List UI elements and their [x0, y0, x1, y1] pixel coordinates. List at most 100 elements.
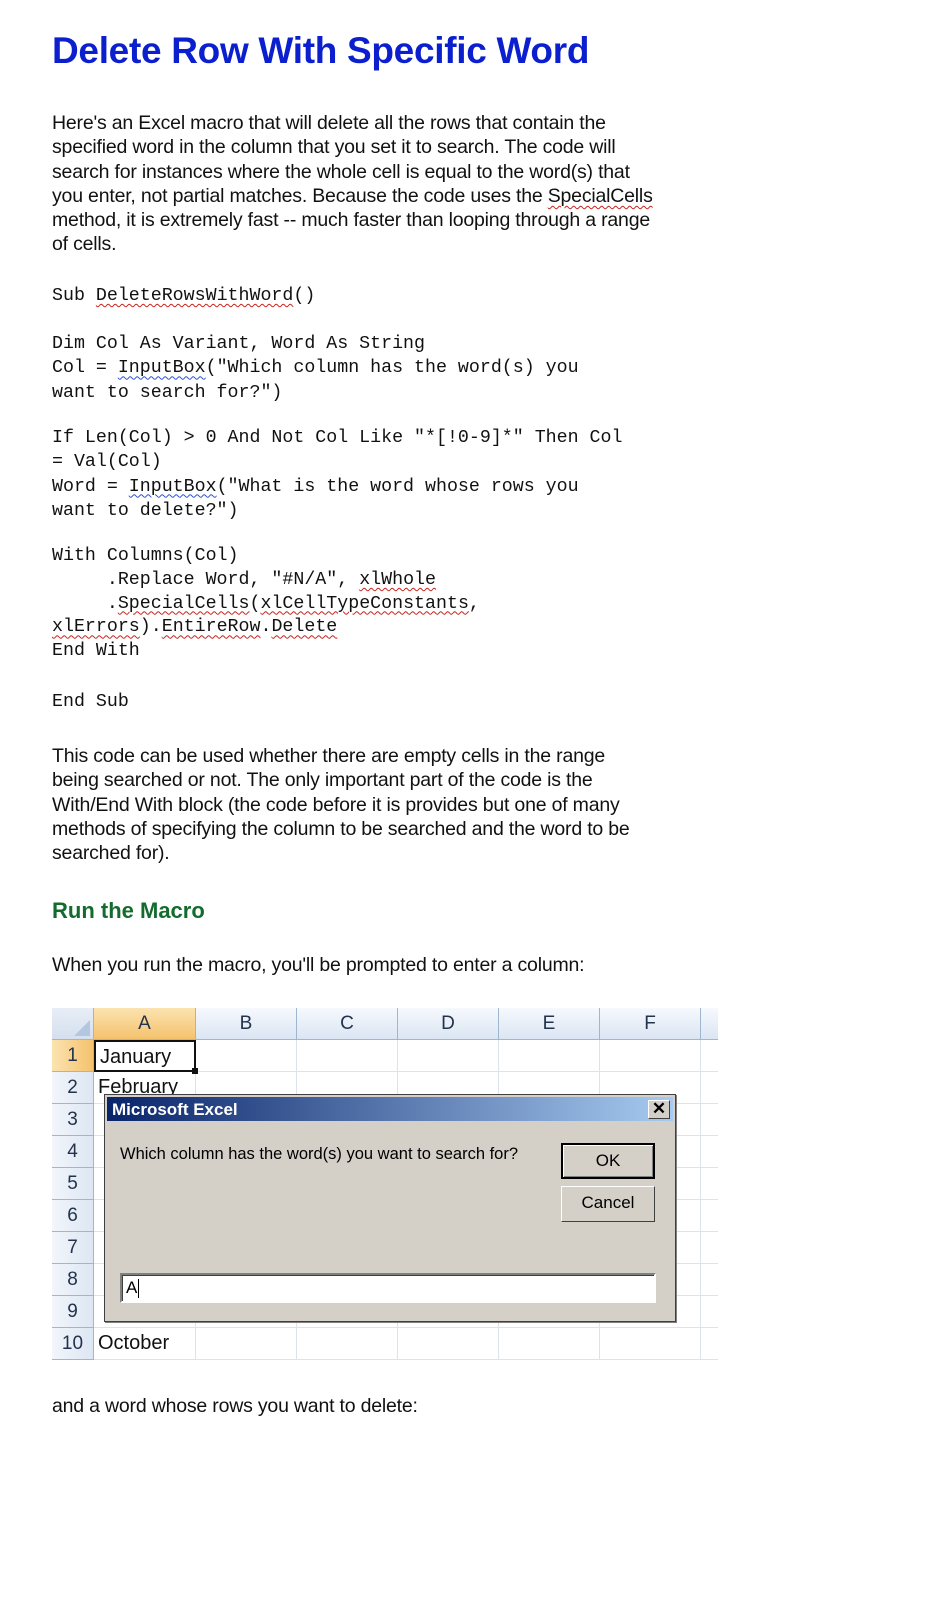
code-token: EntireRow: [161, 617, 261, 638]
code-token: Delete: [271, 617, 338, 638]
dialog-message: Which column has the word(s) you want to…: [120, 1145, 519, 1163]
prompt-word-text: and a word whose rows you want to delete…: [52, 1395, 418, 1417]
column-input[interactable]: A: [120, 1273, 656, 1303]
code-end-sub: End Sub: [52, 692, 129, 712]
intro-specialcells: SpecialCells: [547, 184, 653, 207]
select-all-corner[interactable]: [52, 1008, 94, 1040]
column-header-e[interactable]: E: [499, 1008, 600, 1040]
cell[interactable]: [196, 1040, 297, 1072]
cell[interactable]: [701, 1168, 718, 1200]
cell[interactable]: [600, 1040, 701, 1072]
cell[interactable]: [499, 1328, 600, 1360]
code-block-with: With Columns(Col) .Replace Word, "#N/A",…: [52, 545, 480, 664]
cell[interactable]: [701, 1232, 718, 1264]
code-token: (: [249, 593, 261, 614]
row-header[interactable]: 10: [52, 1328, 94, 1360]
note-line: being searched or not. The only importan…: [52, 769, 593, 792]
cell-a[interactable]: January: [94, 1040, 196, 1072]
code-token: (): [293, 286, 316, 306]
cell[interactable]: [701, 1264, 718, 1296]
note-line: methods of specifying the column to be s…: [52, 817, 630, 840]
input-dialog: Microsoft Excel ✕ Which column has the w…: [104, 1094, 676, 1322]
cell[interactable]: [701, 1104, 718, 1136]
intro-line: of cells.: [52, 233, 117, 256]
cell[interactable]: [398, 1040, 499, 1072]
excel-screenshot: A B C D E F 1 January 2 February 3 4 5 6 7 8 9 10 Oc…: [52, 1008, 718, 1364]
cell[interactable]: [701, 1328, 718, 1360]
ok-button[interactable]: OK: [561, 1143, 655, 1179]
code-token: If Len(Col) > 0 And Not Col Like "*[!0-9…: [52, 428, 623, 448]
column-input-value: A: [126, 1278, 138, 1297]
section-heading: Run the Macro: [52, 898, 205, 923]
row-header[interactable]: 3: [52, 1104, 94, 1136]
code-token: Sub: [52, 286, 96, 306]
dialog-titlebar[interactable]: Microsoft Excel ✕: [107, 1097, 673, 1121]
cell[interactable]: [701, 1072, 718, 1104]
note-line: searched for).: [52, 842, 170, 865]
code-token: Col =: [52, 358, 118, 379]
cell[interactable]: [297, 1328, 398, 1360]
code-token: ("What is the word whose rows you: [216, 476, 579, 497]
code-token: Word =: [52, 476, 129, 497]
code-token: ("Which column has the word(s) you: [205, 358, 579, 379]
code-token: InputBox: [117, 358, 206, 379]
code-token: InputBox: [128, 476, 217, 497]
code-token: DeleteRowsWithWord: [95, 286, 294, 306]
page-title: Delete Row With Specific Word: [52, 30, 590, 71]
dialog-title: Microsoft Excel: [112, 1100, 238, 1119]
cell[interactable]: [398, 1328, 499, 1360]
code-token: xlWhole: [359, 569, 436, 590]
column-header-partial[interactable]: [701, 1008, 718, 1040]
code-token: .: [260, 617, 272, 638]
code-token: = Val(Col): [52, 452, 162, 473]
code-token: End With: [52, 641, 140, 662]
cell[interactable]: [196, 1328, 297, 1360]
row-header[interactable]: 9: [52, 1296, 94, 1328]
code-token: want to search for?"): [52, 382, 283, 403]
code-token: .Replace Word, "#N/A",: [52, 569, 360, 590]
cell[interactable]: [600, 1328, 701, 1360]
note-line: With/End With block (the code before it …: [52, 793, 620, 816]
code-token: With Columns(Col): [52, 546, 239, 566]
article: Delete Row With Specific Word Here's an …: [0, 0, 931, 1600]
cell[interactable]: [297, 1040, 398, 1072]
column-header-a[interactable]: A: [94, 1008, 196, 1040]
intro-line: method, it is extremely fast -- much fas…: [52, 209, 650, 232]
cell[interactable]: [499, 1040, 600, 1072]
code-token: xlCellTypeConstants: [260, 593, 469, 614]
text-caret: [138, 1279, 140, 1299]
intro-line: search for instances where the whole cel…: [52, 160, 630, 183]
fill-handle[interactable]: [192, 1068, 198, 1074]
code-token: xlErrors: [52, 617, 140, 638]
column-header-f[interactable]: F: [600, 1008, 701, 1040]
column-header-c[interactable]: C: [297, 1008, 398, 1040]
cell-a[interactable]: October: [94, 1328, 196, 1360]
intro-paragraph: Here's an Excel macro that will delete a…: [52, 111, 732, 257]
code-sub-line: Sub DeleteRowsWithWord(): [52, 284, 315, 308]
cancel-button[interactable]: Cancel: [561, 1186, 655, 1222]
intro-line: specified word in the column that you se…: [52, 136, 616, 159]
row-header[interactable]: 2: [52, 1072, 94, 1104]
code-token: SpecialCells: [117, 593, 250, 614]
row-header[interactable]: 4: [52, 1136, 94, 1168]
row-header[interactable]: 6: [52, 1200, 94, 1232]
cell[interactable]: [701, 1200, 718, 1232]
code-block-inputbox-col: Dim Col As Variant, Word As String Col =…: [52, 332, 579, 405]
code-block-inputbox-word: If Len(Col) > 0 And Not Col Like "*[!0-9…: [52, 426, 622, 523]
intro-line: you enter, not partial matches. Because …: [52, 184, 548, 207]
row-header[interactable]: 7: [52, 1232, 94, 1264]
prompt-column-text: When you run the macro, you'll be prompt…: [52, 954, 585, 976]
column-header-b[interactable]: B: [196, 1008, 297, 1040]
code-token: .: [52, 593, 118, 614]
row-header[interactable]: 8: [52, 1264, 94, 1296]
close-icon[interactable]: ✕: [648, 1100, 670, 1119]
cell[interactable]: [701, 1296, 718, 1328]
code-token: ,: [468, 593, 480, 614]
cell[interactable]: [701, 1040, 718, 1072]
row-header[interactable]: 1: [52, 1040, 94, 1072]
cell[interactable]: [701, 1136, 718, 1168]
code-token: want to delete?"): [52, 500, 239, 521]
column-header-d[interactable]: D: [398, 1008, 499, 1040]
code-token: ).: [139, 617, 162, 638]
row-header[interactable]: 5: [52, 1168, 94, 1200]
